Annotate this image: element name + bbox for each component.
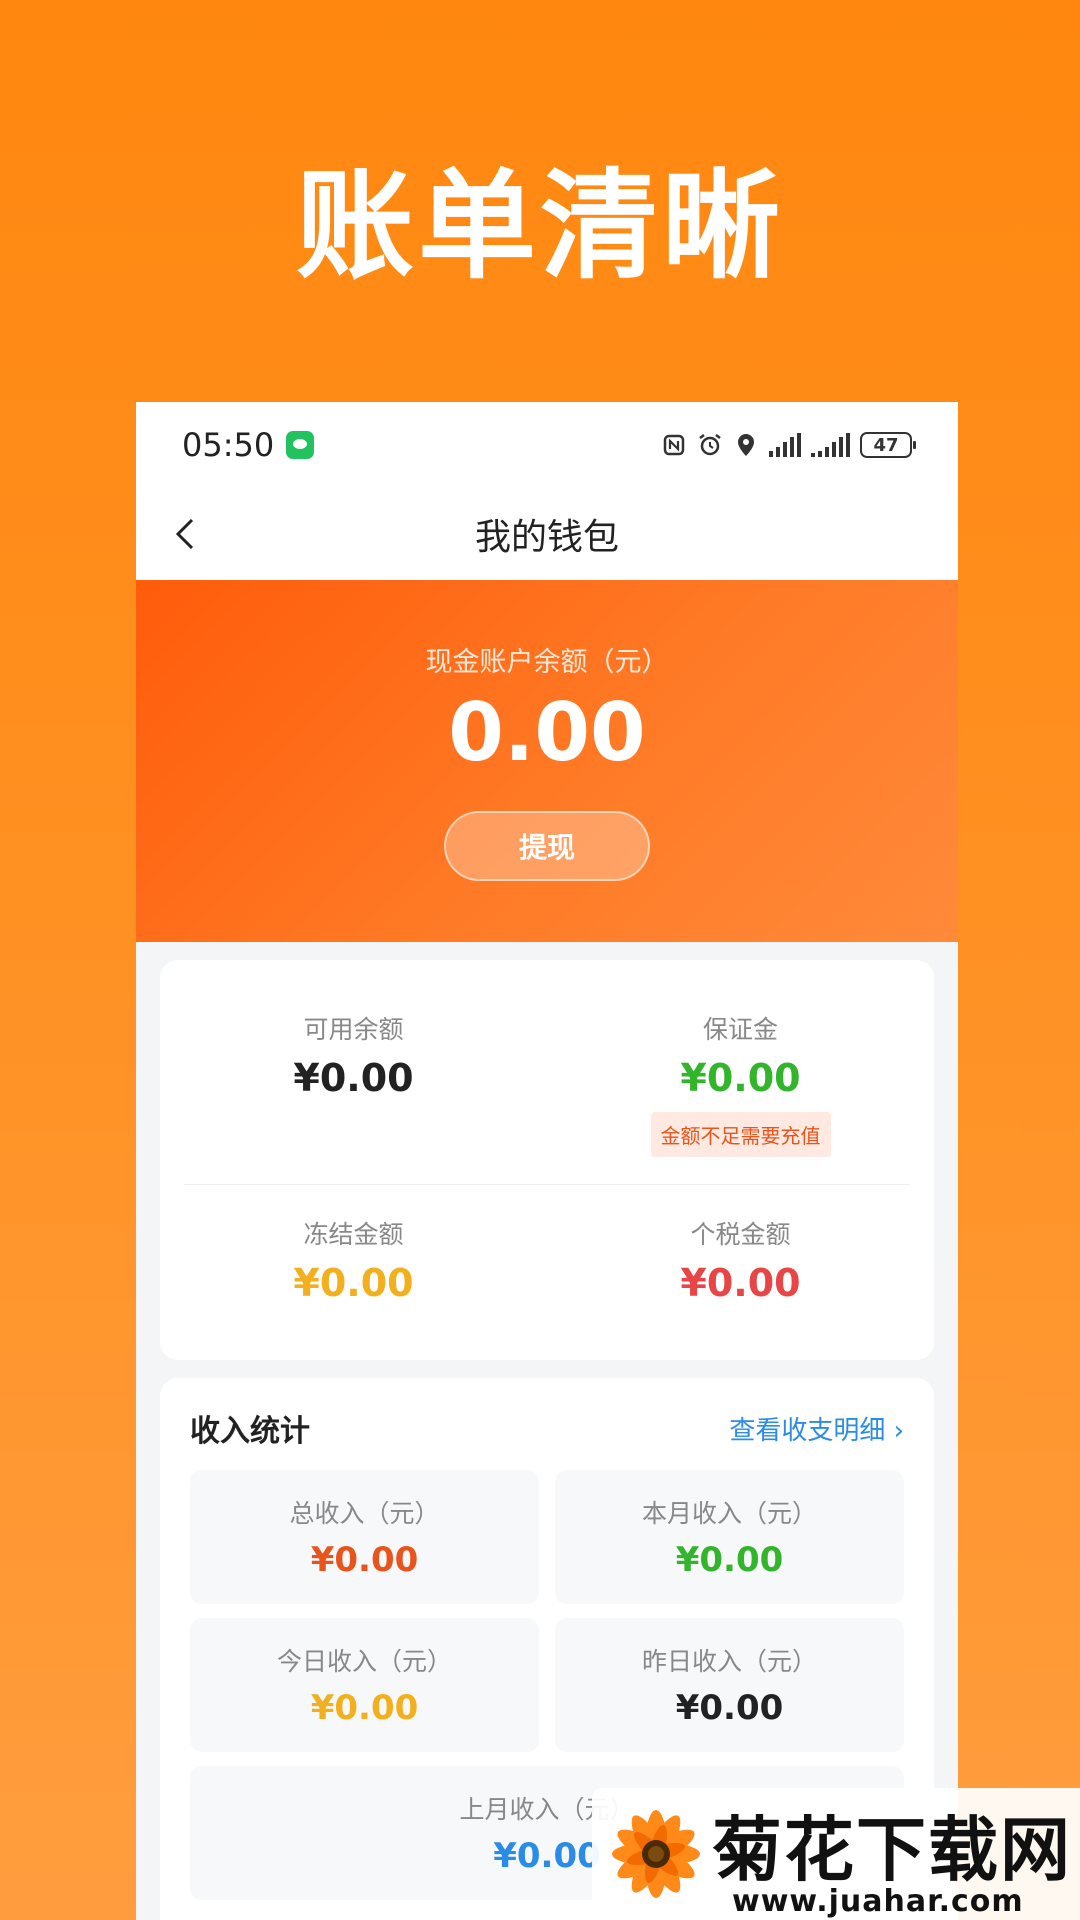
today-income: 今日收入（元） ¥0.00	[190, 1618, 539, 1752]
tax-value: ¥0.00	[680, 1261, 801, 1305]
nav-bar: 我的钱包	[136, 488, 958, 580]
promo-title: 账单清晰	[295, 157, 784, 295]
deposit-label: 保证金	[702, 1015, 778, 1044]
status-bar: 05:50 47	[136, 402, 958, 488]
balance-hero: 现金账户余额（元） 0.00 提现	[136, 580, 958, 942]
site-watermark: 菊花下载网 www.juahar.com	[592, 1788, 1080, 1920]
deposit-value: ¥0.00	[680, 1056, 801, 1100]
total-income: 总收入（元） ¥0.00	[190, 1470, 539, 1604]
tax-balance: 个税金额 ¥0.00	[547, 1185, 934, 1360]
back-arrow-icon[interactable]	[166, 514, 206, 554]
yesterday-income-label: 昨日收入（元）	[641, 1647, 817, 1676]
watermark-url: www.juahar.com	[732, 1884, 1024, 1919]
status-time: 05:50	[182, 426, 275, 464]
balance-card: 可用余额 ¥0.00 保证金 ¥0.00 金额不足需要充值 冻结金额 ¥0.00…	[160, 960, 934, 1360]
deposit-balance: 保证金 ¥0.00 金额不足需要充值	[547, 960, 934, 1184]
cash-balance-label: 现金账户余额（元）	[425, 647, 669, 678]
battery-icon: 47	[860, 432, 916, 458]
view-details-link[interactable]: 查看收支明细 ›	[729, 1410, 904, 1447]
month-income-value: ¥0.00	[675, 1540, 784, 1580]
tax-label: 个税金额	[690, 1220, 791, 1249]
available-balance: 可用余额 ¥0.00	[160, 960, 547, 1184]
today-income-value: ¥0.00	[310, 1688, 419, 1728]
yesterday-income: 昨日收入（元） ¥0.00	[555, 1618, 904, 1752]
alarm-icon	[697, 432, 723, 458]
month-income-label: 本月收入（元）	[641, 1499, 817, 1528]
signal-icon	[769, 433, 801, 457]
frozen-balance: 冻结金额 ¥0.00	[160, 1185, 547, 1360]
frozen-value: ¥0.00	[293, 1261, 414, 1305]
available-balance-value: ¥0.00	[293, 1056, 414, 1100]
withdraw-button[interactable]: 提现	[444, 811, 650, 881]
location-icon	[733, 432, 759, 458]
total-income-label: 总收入（元）	[289, 1499, 440, 1528]
signal-icon-2	[811, 433, 850, 457]
frozen-label: 冻结金额	[303, 1220, 404, 1249]
nfc-icon	[661, 432, 687, 458]
flower-logo-icon	[612, 1810, 700, 1898]
total-income-value: ¥0.00	[310, 1540, 419, 1580]
cash-balance-amount: 0.00	[448, 686, 646, 779]
deposit-warning-badge[interactable]: 金额不足需要充值	[650, 1112, 831, 1157]
yesterday-income-value: ¥0.00	[675, 1688, 784, 1728]
income-title: 收入统计	[190, 1414, 310, 1449]
available-balance-label: 可用余额	[303, 1015, 404, 1044]
page-title: 我的钱包	[474, 517, 619, 558]
phone-screen: 05:50 47 我的钱包 现金账户余额（元） 0.00 提现 可用余额 ¥0.…	[136, 402, 958, 1920]
wechat-notification-icon	[286, 431, 315, 459]
watermark-name: 菊花下载网	[712, 1809, 1072, 1891]
last-month-income-value: ¥0.00	[493, 1836, 601, 1876]
month-income: 本月收入（元） ¥0.00	[555, 1470, 904, 1604]
today-income-label: 今日收入（元）	[276, 1647, 452, 1676]
